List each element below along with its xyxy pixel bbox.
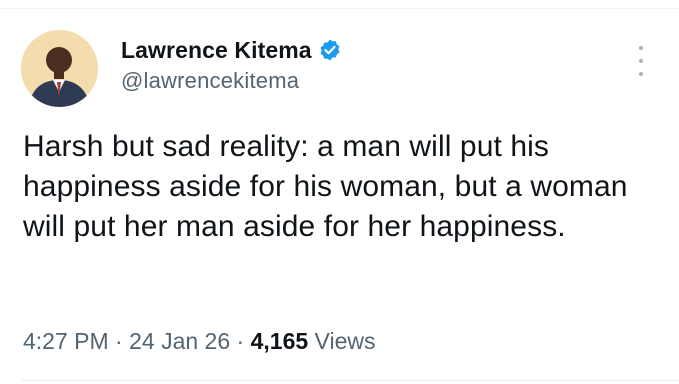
more-dot [639,72,643,76]
handle[interactable]: @lawrencekitema [121,68,342,94]
more-dot [639,46,643,50]
avatar-image [21,30,98,107]
verified-badge-icon [318,38,342,62]
top-divider [0,8,679,9]
bottom-divider [22,380,679,381]
views-count: 4,165 [250,328,309,354]
author-block: Lawrence Kitema @lawrencekitema [121,36,342,94]
tweet-meta: 4:27 PM · 24 Jan 26 · 4,165 Views [23,328,375,355]
more-vertical-icon[interactable] [629,46,653,76]
meta-separator: · [115,328,123,354]
avatar[interactable] [21,30,98,107]
more-dot [639,59,643,63]
tweet-time[interactable]: 4:27 PM [23,328,109,354]
tweet-text: Harsh but sad reality: a man will put hi… [23,130,628,243]
name-row: Lawrence Kitema [121,36,342,64]
views-label: Views [314,328,376,354]
tweet-date[interactable]: 24 Jan 26 [129,328,230,354]
meta-separator: · [236,328,245,354]
display-name[interactable]: Lawrence Kitema [121,37,312,64]
